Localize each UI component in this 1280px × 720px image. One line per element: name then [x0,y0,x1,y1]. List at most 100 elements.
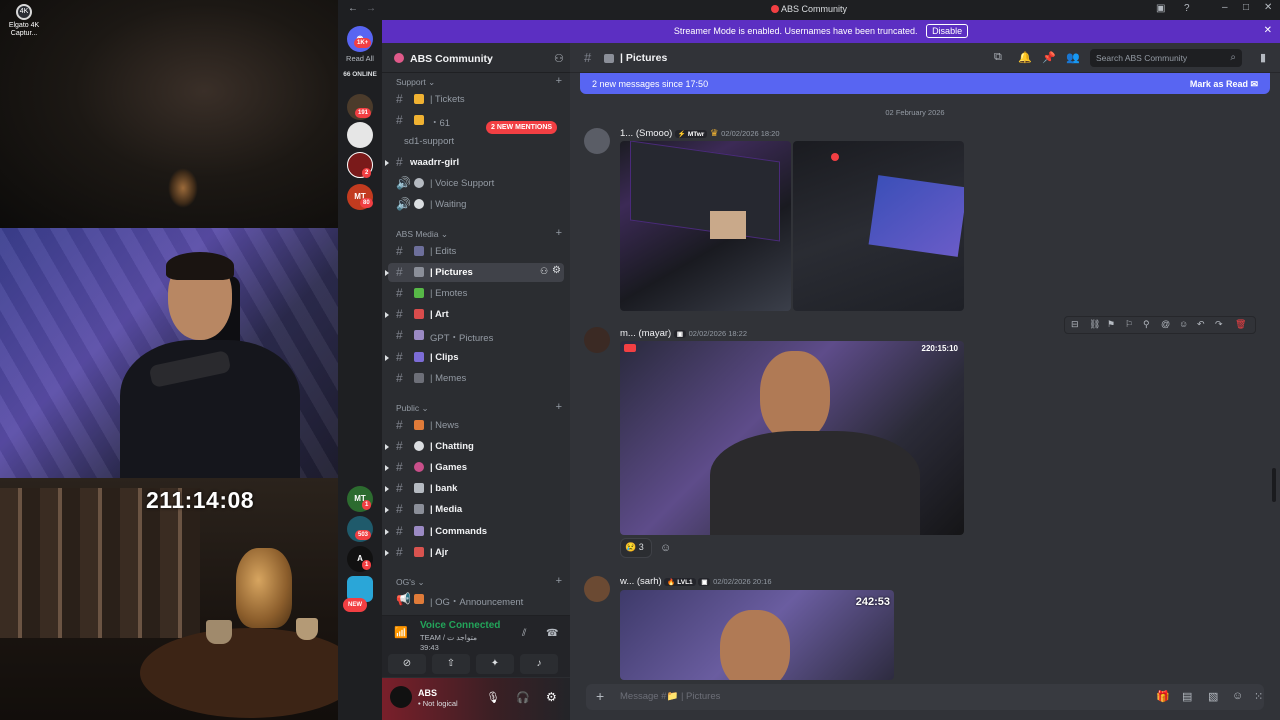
attachment-image[interactable]: 220:15:10 [620,341,964,535]
invite-icon[interactable]: ⚇ [540,266,548,277]
attachment-image[interactable] [620,141,791,311]
thread-icon[interactable]: ⚑ [1107,319,1115,330]
sticker-icon[interactable]: ▧ [1208,690,1218,703]
avatar[interactable] [584,327,610,353]
channel-gpt-pictures[interactable]: # GPT・Pictures [388,326,564,345]
author-name[interactable]: 1... (Smooo) [620,128,672,139]
threads-icon[interactable]: ⧉ [994,51,1002,64]
message-input[interactable]: + Message #📁 | Pictures 🎁 ▤ ▧ ☺ ⁙ [586,684,1264,710]
avatar[interactable] [390,686,412,708]
channel-commands[interactable]: # | Commands [385,522,564,541]
signal-icon[interactable]: 📶 [394,626,408,639]
maximize-icon[interactable]: □ [1243,2,1249,13]
channel-bank[interactable]: # | bank [385,479,564,498]
gear-icon[interactable]: ⚙ [546,690,557,704]
server-icon[interactable] [347,122,373,148]
close-icon[interactable]: ✕ [1264,25,1272,36]
channel-memes[interactable]: # | Memes [388,369,564,388]
voice-status[interactable]: Voice Connected [420,620,500,631]
cup [296,618,318,640]
pin-icon[interactable]: 📌 [1042,51,1056,64]
emoji-icon[interactable]: ☺ [1179,319,1188,329]
add-channel-icon[interactable]: + [556,227,562,239]
desktop-shortcut[interactable]: 4K Elgato 4K Captur... [6,4,42,38]
channel-emotes[interactable]: # | Emotes [388,284,564,303]
pin-icon[interactable]: ⚲ [1143,319,1150,330]
channel-media[interactable]: # | Media [385,500,564,519]
channel-tickets[interactable]: # | Tickets [388,90,564,109]
avatar[interactable] [584,128,610,154]
author-name[interactable]: m... (mayar) [620,328,671,339]
forward-icon[interactable]: ↷ [1215,319,1223,330]
mark-as-read-button[interactable]: Mark as Read ✉ [1190,79,1258,90]
channel-sd1-support[interactable]: sd1-support [388,132,564,151]
reply-icon[interactable]: ↶ [1197,319,1205,330]
speaker-icon: 🔊 [396,176,411,190]
inbox-icon[interactable]: ▣ [1156,3,1165,14]
channel-clips[interactable]: # | Clips [385,348,564,367]
attachment-image[interactable] [793,141,964,311]
channel-og-announcement[interactable]: 📢 | OG・Announcement [388,590,564,609]
author-name[interactable]: w... (sarh) [620,576,662,587]
category-ogs[interactable]: OG's ⌄ [396,577,425,588]
link-icon[interactable]: ⛓ [1089,319,1100,330]
noise-suppression-icon[interactable]: ⫽ [522,628,526,639]
streamer-face [720,610,790,680]
channel-voice-support[interactable]: 🔊 | Voice Support [388,174,564,193]
delete-icon[interactable]: 🗑 [1235,319,1246,330]
gift-icon[interactable]: 🎁 [1156,690,1170,703]
channel-edits[interactable]: # | Edits [388,242,564,261]
read-all-button[interactable]: Read All [338,54,382,63]
microphone-icon[interactable]: 🎙 [486,691,500,704]
reaction-button[interactable]: 😢 3 [620,538,652,558]
search-input[interactable]: Search ABS Community ⌕ [1090,49,1242,67]
disconnect-icon[interactable]: ☎ [546,628,558,639]
category-abs-media[interactable]: ABS Media ⌄ [396,229,448,240]
add-channel-icon[interactable]: + [556,401,562,413]
minimize-icon[interactable]: – [1222,2,1228,13]
camera-off-button[interactable]: ⊘ [388,654,426,674]
unread-indicator [385,270,389,276]
soundboard-button[interactable]: ♪ [520,654,558,674]
channel-ajr[interactable]: # | Ajr [385,543,564,562]
help-icon[interactable]: ? [1184,3,1190,14]
disable-button[interactable]: Disable [926,24,969,38]
add-attachment-icon[interactable]: + [596,688,604,704]
apps-icon[interactable]: ⁙ [1254,690,1263,703]
table [140,628,360,718]
channel-chatting[interactable]: # | Chatting [385,437,564,456]
voice-channel[interactable]: TEAM / متواجد ت [420,633,477,642]
new-messages-bar[interactable]: 2 new messages since 17:50 Mark as Read … [580,73,1270,94]
category-support[interactable]: Support ⌄ [396,77,435,88]
username[interactable]: ABS [418,688,437,698]
headphones-icon[interactable]: 🎧 [516,691,530,704]
channel-61[interactable]: # ・61 [388,111,564,130]
close-icon[interactable]: ✕ [1264,2,1272,13]
emoji-icon[interactable]: ☺ [1232,690,1243,702]
scrollbar[interactable] [1272,468,1276,502]
channel-games[interactable]: # | Games [385,458,564,477]
members-icon[interactable]: 👥 [1066,51,1080,64]
channel-waadrr-girl[interactable]: # waadrr-girl [385,153,564,172]
channel-art[interactable]: # | Art [385,305,564,324]
add-channel-icon[interactable]: + [556,575,562,587]
avatar[interactable] [584,576,610,602]
apps-icon[interactable]: ⊟ [1071,319,1079,330]
gear-icon[interactable]: ⚙ [552,265,561,276]
add-channel-icon[interactable]: + [556,75,562,87]
mention-icon[interactable]: @ [1161,319,1170,329]
add-member-icon[interactable]: ⚇ [554,52,564,65]
channel-pictures[interactable]: # | Pictures ⚇ ⚙ [385,263,564,282]
channel-news[interactable]: # | News [388,416,564,435]
bell-icon[interactable]: 🔔 [1018,51,1032,64]
screen-share-button[interactable]: ⇧ [432,654,470,674]
activities-button[interactable]: ✦ [476,654,514,674]
inbox-icon[interactable]: ▮ [1260,51,1266,64]
category-public[interactable]: Public ⌄ [396,403,429,414]
add-reaction-icon[interactable]: ☺ [660,542,671,554]
gif-icon[interactable]: ▤ [1182,690,1192,703]
attachment-image[interactable]: 242:53 [620,590,894,680]
bookmark-icon[interactable]: ⚐ [1125,319,1133,330]
channel-waiting[interactable]: 🔊 | Waiting [388,195,564,214]
server-header[interactable]: ABS Community ⌄ ⚇ [382,43,570,73]
